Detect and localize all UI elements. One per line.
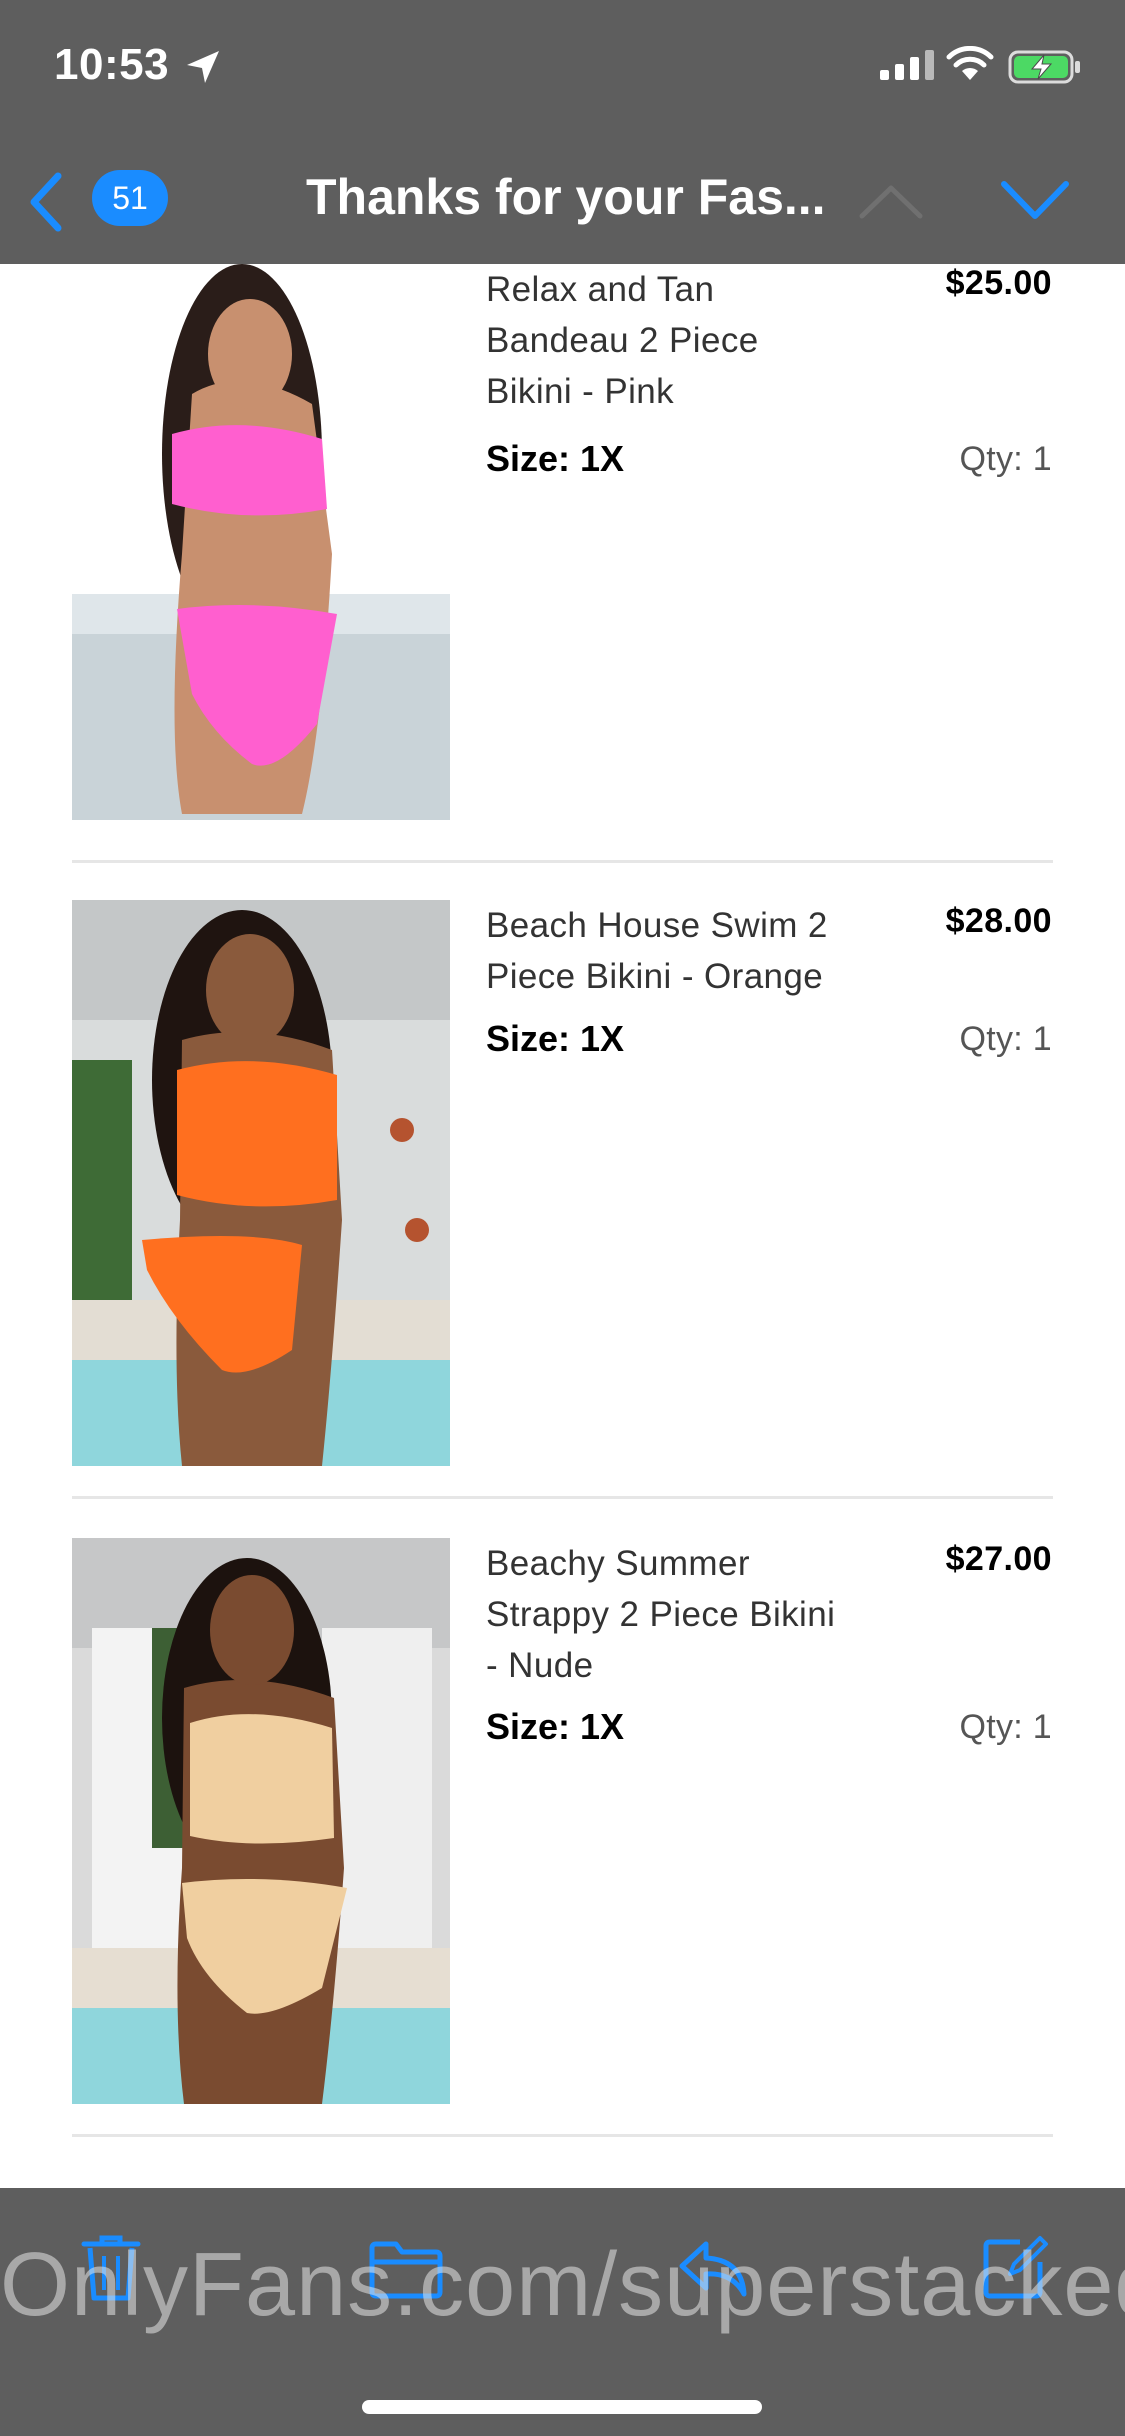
product-image[interactable] <box>72 254 450 820</box>
product-qty: Qty: 1 <box>959 1708 1052 1746</box>
product-name-line: Piece Bikini - Orange <box>486 957 824 996</box>
size-value: 1X <box>580 438 625 479</box>
chevron-up-icon[interactable] <box>858 180 924 220</box>
product-qty: Qty: 1 <box>959 1020 1052 1058</box>
item-divider <box>72 1496 1053 1499</box>
size-label: Size: <box>486 1018 571 1059</box>
product-price: $28.00 <box>945 902 1052 940</box>
size-label: Size: <box>486 438 571 479</box>
battery-charging-icon <box>1008 50 1080 84</box>
product-name-line: Bandeau 2 Piece <box>486 321 759 360</box>
product-price: $27.00 <box>945 1540 1052 1578</box>
product-image[interactable] <box>72 1538 450 2104</box>
product-image[interactable] <box>72 900 450 1466</box>
product-name[interactable]: Beach House Swim 2 Piece Bikini - Orange <box>486 900 866 1002</box>
message-title: Thanks for your Fas... <box>306 169 826 225</box>
product-name-line: Bikini - Pink <box>486 372 675 411</box>
product-size: Size: 1X <box>486 438 624 480</box>
product-name-line: Strappy 2 Piece Bikini <box>486 1595 836 1634</box>
watermark-text: OnlyFans.com/superstacked <box>0 2235 1125 2335</box>
product-size: Size: 1X <box>486 1706 624 1748</box>
product-name[interactable]: Beachy Summer Strappy 2 Piece Bikini - N… <box>486 1538 866 1691</box>
product-name[interactable]: Relax and Tan Bandeau 2 Piece Bikini - P… <box>486 264 866 417</box>
chevron-left-icon[interactable] <box>26 172 66 232</box>
item-divider <box>72 860 1053 863</box>
size-label: Size: <box>486 1706 571 1747</box>
signal-icon <box>880 50 934 80</box>
product-name-line: - Nude <box>486 1646 594 1685</box>
location-arrow-icon <box>187 51 219 83</box>
size-value: 1X <box>580 1018 625 1059</box>
wifi-icon <box>946 46 994 80</box>
item-divider <box>72 2134 1053 2137</box>
product-qty: Qty: 1 <box>959 440 1052 478</box>
unread-count-badge[interactable]: 51 <box>92 170 168 226</box>
top-bar: 10:53 51 Thanks for your Fas... <box>0 0 1125 264</box>
product-size: Size: 1X <box>486 1018 624 1060</box>
chevron-down-icon[interactable] <box>1000 178 1070 222</box>
product-price: $25.00 <box>945 264 1052 302</box>
status-time: 10:53 <box>54 40 170 89</box>
size-value: 1X <box>580 1706 625 1747</box>
home-indicator[interactable] <box>362 2400 762 2414</box>
product-name-line: Beach House Swim 2 <box>486 906 828 945</box>
product-name-line: Relax and Tan <box>486 270 715 309</box>
product-name-line: Beachy Summer <box>486 1544 750 1583</box>
